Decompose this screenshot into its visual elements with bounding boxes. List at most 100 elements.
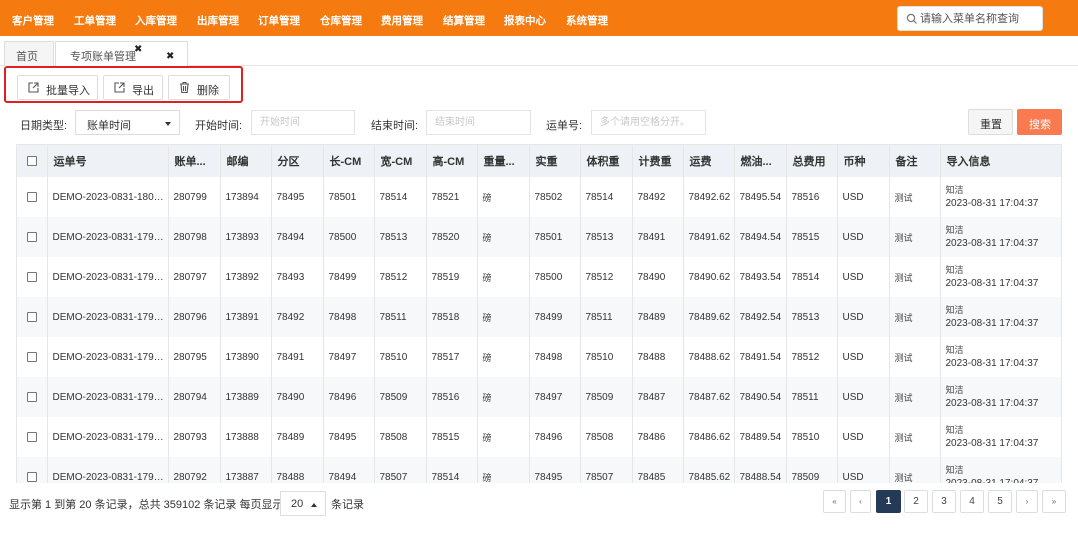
nav-item-outbound[interactable]: 出库管理 [197,13,239,28]
column-header[interactable]: 总费用 [786,145,838,177]
import-info-cell: 知洁 2023-08-31 17:04:37 [940,297,1061,337]
column-header[interactable]: 高-CM [426,145,478,177]
delete-button[interactable]: 删除 [168,75,230,100]
table-cell: 78513 [786,297,838,337]
export-button[interactable]: 导出 [103,75,163,100]
table-row[interactable]: DEMO-2023-0831-179997 280796 173891 78492 78… [17,297,1061,337]
waybill-input[interactable] [591,110,706,135]
reset-button[interactable]: 重置 [968,109,1013,135]
start-time-input[interactable] [251,110,355,135]
close-all-tabs-icon[interactable]: ✖ [166,51,174,62]
date-type-label: 日期类型: [20,120,68,132]
column-header[interactable]: 备注 [889,145,941,177]
nav-item-customer[interactable]: 客户管理 [12,13,54,28]
column-header[interactable]: 长-CM [323,145,375,177]
table-cell: 78517 [426,337,478,377]
column-header[interactable]: 邮编 [220,145,272,177]
table-row[interactable]: DEMO-2023-0831-179994 280793 173888 78489 78… [17,417,1061,457]
table-cell: 173894 [220,177,272,217]
table-row[interactable]: DEMO-2023-0831-179996 280795 173890 78491 78… [17,337,1061,377]
column-header[interactable]: 体积重 [580,145,633,177]
first-page-button[interactable]: « [823,490,846,513]
row-checkbox[interactable] [26,311,37,322]
column-header[interactable]: 燃油... [734,145,787,177]
table-row[interactable]: DEMO-2023-0831-179998 280797 173892 78493 78… [17,257,1061,297]
column-header[interactable]: 导入信息 [940,145,1061,177]
table-row[interactable]: DEMO-2023-0831-179999 280798 173893 78494 78… [17,217,1061,257]
table-cell: 78515 [786,217,838,257]
table-cell: 78494.54 [734,217,787,257]
import-info-cell: 知洁 2023-08-31 17:04:37 [940,177,1061,217]
table-cell: USD [837,217,890,257]
table-cell: 78514 [786,257,838,297]
page-button-2[interactable]: 2 [904,490,928,513]
tab-home[interactable]: 首页 [4,41,54,66]
table-cell: 280793 [168,417,221,457]
table-cell: 测试 [889,177,941,217]
nav-item-reports[interactable]: 报表中心 [504,13,546,28]
last-page-button[interactable]: » [1042,490,1066,513]
nav-item-workorder[interactable]: 工单管理 [74,13,116,28]
prev-page-button[interactable]: ‹ [850,490,871,513]
table-cell: 280796 [168,297,221,337]
table-cell: 78512 [786,337,838,377]
menu-search-input[interactable] [920,10,1038,27]
tab-special-bill[interactable]: 专项账单管理 ✖ ✖ [55,41,188,66]
batch-import-button[interactable]: 批量导入 [17,75,98,100]
select-all-checkbox[interactable] [26,156,37,167]
search-button[interactable]: 搜索 [1017,109,1062,135]
table-cell: 78488 [271,457,324,483]
row-checkbox[interactable] [26,391,37,402]
nav-item-system[interactable]: 系统管理 [566,13,608,28]
row-checkbox[interactable] [26,431,37,442]
row-checkbox[interactable] [26,471,37,482]
row-checkbox[interactable] [26,231,37,242]
row-select-cell [17,377,48,417]
export-icon [114,82,125,93]
page-size-select[interactable]: 20 [280,491,326,516]
table-cell: DEMO-2023-0831-179999 [47,217,169,257]
column-header[interactable]: 计费重 [632,145,684,177]
column-header[interactable]: 分区 [271,145,324,177]
row-checkbox[interactable] [26,191,37,202]
import-info-cell: 知洁 2023-08-31 17:04:37 [940,217,1061,257]
page-button-5[interactable]: 5 [988,490,1012,513]
end-time-input[interactable] [426,110,531,135]
column-header[interactable]: 实重 [529,145,581,177]
table-row[interactable]: DEMO-2023-0831-180000 280799 173894 78495 78… [17,177,1061,217]
nav-item-warehouse[interactable]: 仓库管理 [320,13,362,28]
table-cell: USD [837,457,890,483]
import-user: 知洁 [945,225,964,235]
table-cell: 磅 [477,257,530,297]
table-cell: 78488 [632,337,684,377]
page-button-1[interactable]: 1 [876,490,901,513]
menu-search-box[interactable] [897,6,1043,31]
date-type-select[interactable]: 账单时间 [75,110,180,135]
reset-label: 重置 [980,119,1002,131]
column-header[interactable]: 币种 [837,145,890,177]
row-checkbox[interactable] [26,351,37,362]
column-header[interactable]: 宽-CM [374,145,427,177]
nav-item-fee[interactable]: 费用管理 [381,13,423,28]
next-page-button[interactable]: › [1016,490,1038,513]
table-cell: 78485 [632,457,684,483]
table-row[interactable]: DEMO-2023-0831-179993 280792 173887 78488 78… [17,457,1061,483]
row-checkbox[interactable] [26,271,37,282]
nav-item-inbound[interactable]: 入库管理 [135,13,177,28]
import-time: 2023-08-31 17:04:37 [945,358,1039,369]
table-cell: 78516 [786,177,838,217]
column-header[interactable]: 重量... [477,145,530,177]
table-cell: 78498 [529,337,581,377]
column-header[interactable]: 运费 [683,145,735,177]
table-cell: 280798 [168,217,221,257]
table-cell: 78511 [580,297,633,337]
page-button-3[interactable]: 3 [932,490,956,513]
tab-close-icon[interactable]: ✖ [134,44,142,55]
page-button-4[interactable]: 4 [960,490,984,513]
import-icon [28,82,39,93]
table-row[interactable]: DEMO-2023-0831-179995 280794 173889 78490 78… [17,377,1061,417]
nav-item-order[interactable]: 订单管理 [258,13,300,28]
column-header[interactable]: 运单号 [47,145,169,177]
nav-item-settlement[interactable]: 结算管理 [443,13,485,28]
column-header[interactable]: 账单... [168,145,221,177]
